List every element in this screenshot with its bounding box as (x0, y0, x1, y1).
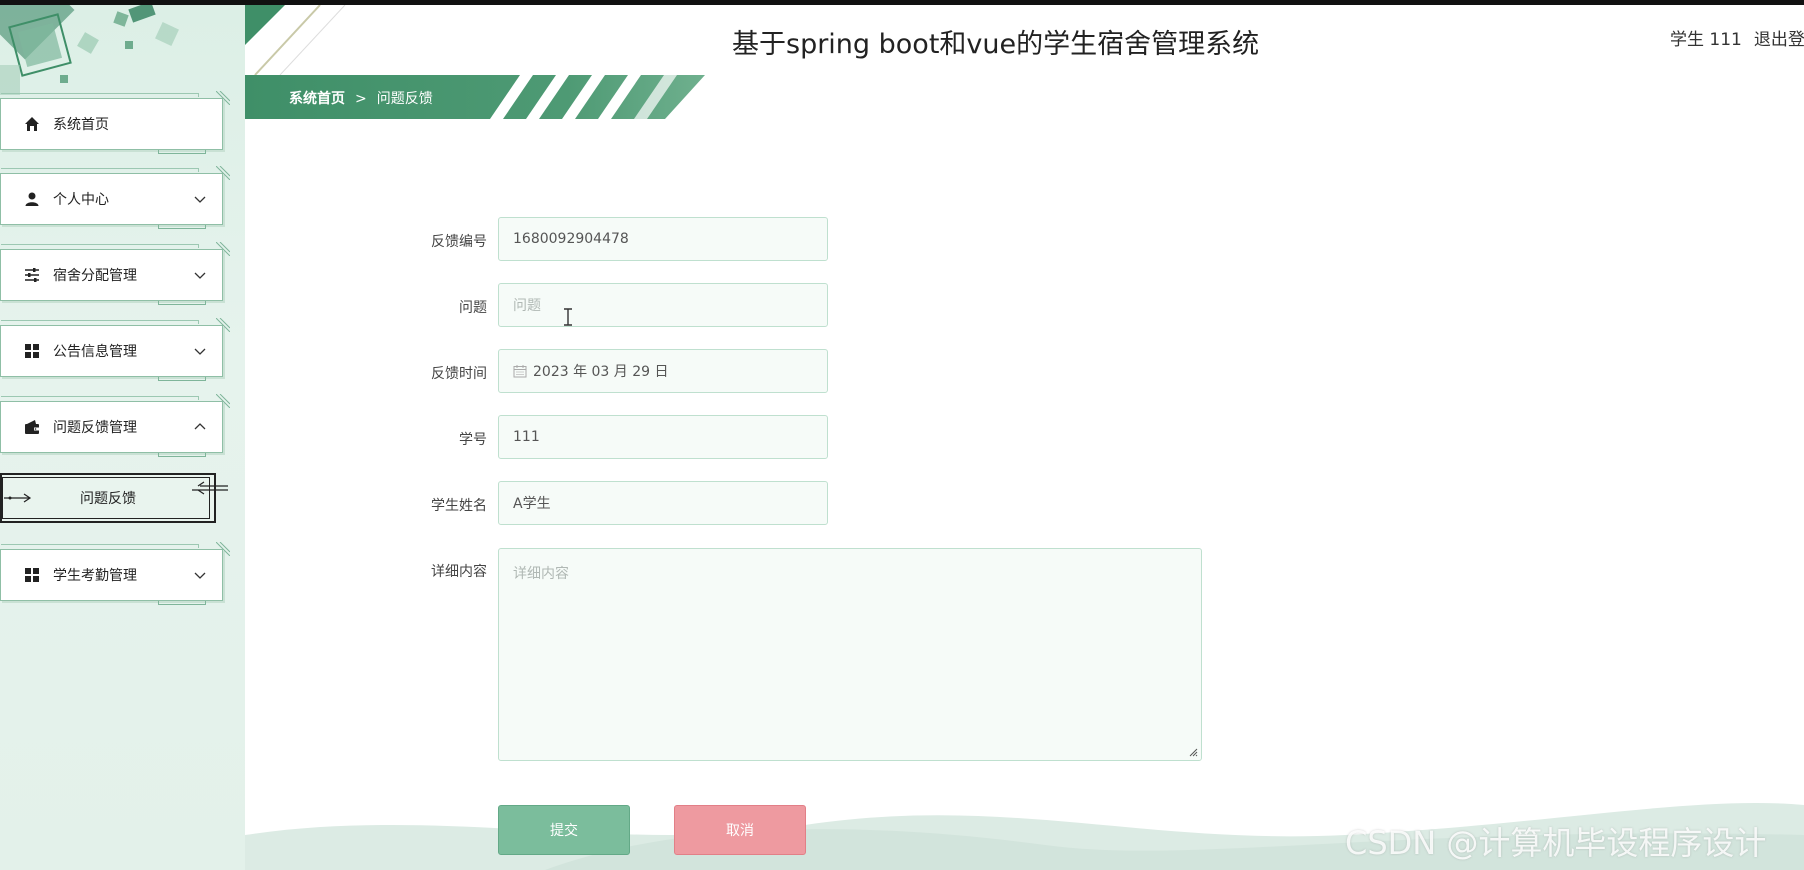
chevron-up-icon (194, 423, 206, 430)
menu-corner-decoration (216, 242, 230, 256)
resize-grip-icon[interactable] (1188, 747, 1198, 757)
logout-link[interactable]: 退出登 (1754, 30, 1804, 50)
feedback-time-value: 2023 年 03 月 29 日 (533, 364, 669, 380)
feedback-no-field[interactable]: 1680092904478 (498, 217, 828, 261)
submenu-item-feedback[interactable]: 问题反馈 (0, 473, 228, 523)
arrow-left-icon (192, 481, 228, 495)
sidebar-item-label: 系统首页 (53, 117, 109, 133)
student-no-value: 111 (513, 429, 540, 445)
detail-textarea[interactable]: 详细内容 (498, 548, 1202, 761)
grid-icon (23, 566, 41, 584)
menu-frame-top (1, 244, 199, 248)
sidebar-item-dorm-allocation[interactable]: 宿舍分配管理 (0, 242, 230, 305)
sliders-icon (23, 266, 41, 284)
breadcrumb-home[interactable]: 系统首页 (289, 91, 345, 107)
page-title: 基于spring boot和vue的学生宿舍管理系统 (732, 29, 1260, 60)
menu-frame-top (1, 93, 199, 97)
chevron-down-icon (194, 348, 206, 355)
cancel-button[interactable]: 取消 (674, 805, 806, 855)
sidebar-item-home[interactable]: 系统首页 (0, 91, 230, 154)
feedback-no-value: 1680092904478 (513, 231, 629, 247)
student-name-label: 学生姓名 (431, 498, 487, 514)
question-input[interactable]: 问题 (498, 283, 828, 327)
menu-frame-bottom (158, 453, 206, 457)
sidebar-item-profile[interactable]: 个人中心 (0, 166, 230, 229)
menu-corner-decoration (216, 542, 230, 556)
sidebar-item-feedback[interactable]: 问题反馈管理 (0, 394, 230, 457)
sidebar-decoration (0, 5, 179, 95)
sidebar-item-label: 个人中心 (53, 192, 109, 208)
chevron-down-icon (194, 272, 206, 279)
user-icon (23, 190, 41, 208)
wallet-icon (23, 418, 41, 436)
breadcrumb-current: 问题反馈 (376, 91, 433, 107)
menu-frame-bottom (158, 150, 206, 154)
question-placeholder: 问题 (513, 298, 541, 314)
feedback-time-label: 反馈时间 (431, 366, 487, 382)
menu-frame-top (1, 544, 199, 548)
menu-corner-decoration (216, 394, 230, 408)
chevron-down-icon (194, 572, 206, 579)
feedback-time-field[interactable]: 2023 年 03 月 29 日 (498, 349, 828, 393)
submit-button[interactable]: 提交 (498, 805, 630, 855)
sidebar-item-label: 公告信息管理 (53, 344, 137, 360)
breadcrumb-text: 系统首页 > 问题反馈 (289, 88, 433, 108)
student-no-field[interactable]: 111 (498, 415, 828, 459)
sidebar-item-label: 问题反馈管理 (53, 420, 137, 436)
menu-frame-top (1, 396, 199, 400)
breadcrumb-separator: > (355, 91, 367, 107)
sidebar-item-notice[interactable]: 公告信息管理 (0, 318, 230, 381)
menu-corner-decoration (216, 166, 230, 180)
feedback-no-label: 反馈编号 (431, 234, 487, 250)
home-icon (23, 115, 41, 133)
student-no-label: 学号 (459, 432, 487, 448)
menu-corner-decoration (216, 91, 230, 105)
user-label: 学生 111 (1670, 30, 1742, 50)
breadcrumb: 系统首页 > 问题反馈 (245, 75, 705, 119)
student-name-value: A学生 (513, 496, 551, 512)
detail-placeholder: 详细内容 (513, 566, 569, 582)
watermark: CSDN @计算机毕设程序设计 (1345, 824, 1767, 862)
text-cursor-icon (564, 308, 572, 326)
detail-label: 详细内容 (431, 564, 487, 580)
menu-frame-bottom (158, 225, 206, 229)
menu-frame-bottom (158, 301, 206, 305)
sidebar-item-attendance[interactable]: 学生考勤管理 (0, 542, 230, 605)
menu-frame-top (1, 168, 199, 172)
menu-frame-bottom (158, 377, 206, 381)
arrow-right-icon (4, 493, 32, 503)
submenu-item-label: 问题反馈 (80, 491, 136, 507)
menu-frame-bottom (158, 601, 206, 605)
calendar-icon (513, 365, 527, 378)
grid-icon (23, 342, 41, 360)
sidebar-item-label: 学生考勤管理 (53, 568, 137, 584)
chevron-down-icon (194, 196, 206, 203)
sidebar: 系统首页 个人中心 宿舍分配管理 公告信息管理 问题反馈管理 问题反馈 学生考勤… (0, 5, 245, 870)
sidebar-item-label: 宿舍分配管理 (53, 268, 137, 284)
user-info: 学生 111 退出登 (1670, 25, 1804, 50)
question-label: 问题 (459, 300, 487, 316)
student-name-field[interactable]: A学生 (498, 481, 828, 525)
menu-corner-decoration (216, 318, 230, 332)
menu-frame-top (1, 320, 199, 324)
